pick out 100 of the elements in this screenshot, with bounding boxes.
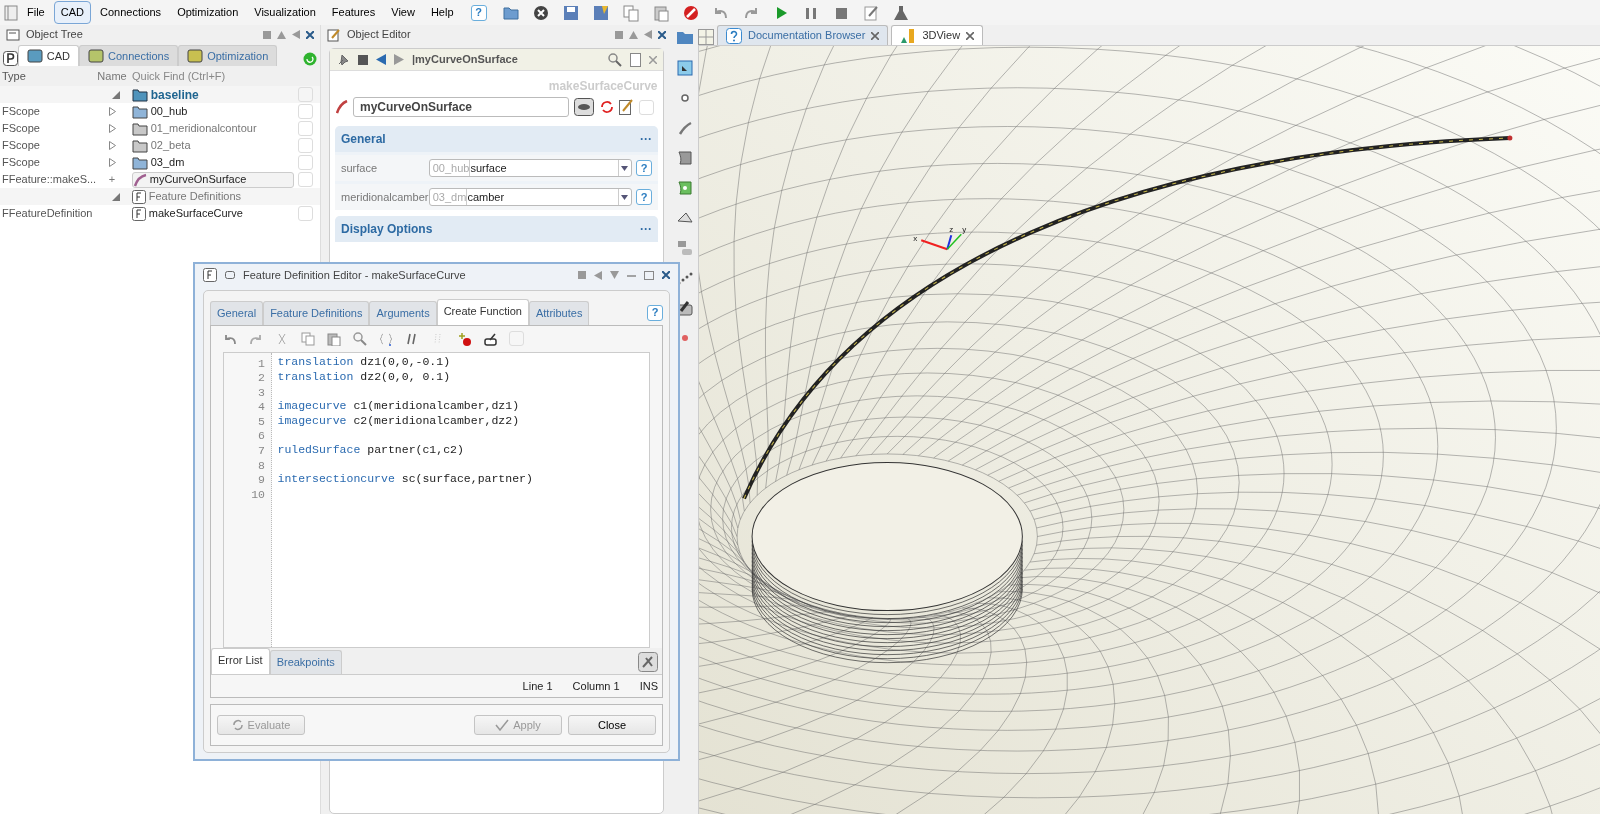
column-header[interactable]: Name [97, 67, 127, 85]
left-arrow-icon[interactable] [644, 30, 652, 39]
panel-tab[interactable]: Connections [79, 44, 179, 66]
back-arrow-icon[interactable] [376, 54, 386, 65]
copy-icon[interactable] [621, 3, 640, 22]
braces-icon[interactable] [379, 331, 393, 346]
selected-tree-row[interactable]: myCurveOnSurface [132, 171, 294, 188]
combo-box[interactable]: 00_hubsurface [429, 159, 632, 177]
refresh-icon[interactable] [303, 52, 318, 66]
menu-item[interactable]: Connections [92, 1, 169, 24]
menu-item[interactable]: View [384, 1, 422, 24]
dialog-tab[interactable]: Arguments [369, 301, 437, 325]
more-options-button[interactable]: ··· [640, 220, 652, 238]
layout-icon[interactable] [698, 29, 714, 45]
up-arrow-icon[interactable] [629, 30, 638, 39]
float-icon[interactable] [615, 30, 623, 39]
maximize-icon[interactable] [644, 270, 654, 280]
save-icon[interactable] [561, 3, 580, 22]
dialog-tab[interactable]: Attributes [528, 301, 590, 325]
expand-triangle-icon[interactable] [108, 141, 116, 150]
p-icon[interactable] [2, 51, 18, 66]
menu-item[interactable]: CAD [53, 1, 91, 24]
menu-item[interactable]: File [20, 1, 52, 24]
float-icon[interactable] [263, 30, 271, 39]
section-title[interactable]: General [341, 130, 386, 148]
expand-triangle-icon[interactable] [108, 124, 116, 133]
dialog-tab[interactable]: Create Function [436, 299, 529, 325]
bottom-tab[interactable]: Error List [211, 648, 270, 674]
tree-item-label[interactable]: baseline [150, 85, 199, 104]
quick-find-field[interactable]: Quick Find (Ctrl+F) [132, 67, 226, 85]
search-icon[interactable] [608, 52, 622, 67]
dialog-button[interactable]: Close [568, 715, 656, 735]
left-arrow-icon[interactable] [594, 270, 602, 280]
edit-icon[interactable] [861, 3, 880, 22]
left-arrow-icon[interactable] [292, 30, 300, 39]
tree-item-label[interactable]: 02_beta [150, 137, 191, 154]
tree-item-label[interactable]: makeSurfaceCurve [148, 205, 243, 222]
add-breakpoint-icon[interactable] [457, 331, 471, 346]
paste-icon[interactable] [651, 3, 670, 22]
close-icon[interactable] [306, 30, 314, 39]
surface-icon[interactable] [676, 149, 694, 167]
code-editor[interactable] [223, 351, 650, 648]
panel-tab[interactable]: CAD [17, 44, 79, 66]
help-button[interactable]: ? [647, 304, 663, 321]
folder-icon[interactable] [676, 29, 694, 47]
menu-item[interactable]: Optimization [170, 1, 246, 24]
more-options-button[interactable]: ··· [640, 130, 652, 148]
debug-icon[interactable] [638, 651, 658, 672]
paste-icon[interactable] [327, 331, 341, 346]
pin-icon[interactable] [336, 52, 350, 67]
bottom-tab[interactable]: Breakpoints [269, 650, 342, 674]
flask-icon[interactable] [891, 3, 910, 22]
column-header[interactable]: Type [2, 69, 26, 82]
close-icon[interactable] [966, 31, 975, 40]
dialog-tab[interactable]: Feature Definitions [263, 301, 370, 325]
type-label: FScope [2, 122, 40, 135]
tree-item-label[interactable]: 01_meridionalcontour [150, 120, 257, 137]
page-icon[interactable] [630, 52, 641, 67]
up-arrow-icon[interactable] [277, 30, 286, 39]
visibility-toggle-icon[interactable] [574, 98, 594, 117]
menu-item[interactable]: Features [324, 1, 383, 24]
step-icon[interactable] [483, 331, 497, 346]
section-title[interactable]: Display Options [341, 220, 433, 238]
surface-point-icon[interactable] [676, 179, 694, 197]
close-icon[interactable] [871, 31, 880, 40]
forward-arrow-icon[interactable] [394, 54, 404, 65]
view-tab[interactable]: Documentation Browser [717, 25, 889, 45]
collapse-triangle-icon[interactable] [112, 90, 120, 99]
save-all-icon[interactable] [591, 3, 610, 22]
refresh-icon[interactable] [599, 100, 614, 115]
help-button[interactable]: ? [636, 160, 652, 176]
curve-icon[interactable] [676, 119, 694, 137]
copy-icon[interactable] [301, 331, 315, 346]
tree-item-label[interactable]: 00_hub [150, 103, 188, 120]
frame-icon[interactable] [676, 59, 694, 77]
name-field[interactable]: myCurveOnSurface [353, 97, 569, 118]
close-icon[interactable] [662, 271, 670, 279]
stop-icon[interactable] [358, 54, 368, 65]
down-arrow-icon[interactable] [610, 271, 619, 279]
help-button[interactable]: ? [470, 4, 487, 21]
menu-item[interactable]: Visualization [247, 1, 323, 24]
dialog-tab[interactable]: General [210, 301, 264, 325]
close-icon[interactable] [658, 30, 666, 39]
combo-box[interactable]: 03_dmcamber [429, 188, 632, 206]
search-icon[interactable] [353, 331, 367, 346]
line-number: 3 [257, 385, 266, 401]
close-circle-icon[interactable] [531, 3, 550, 22]
help-button[interactable]: ? [636, 189, 652, 205]
expand-triangle-icon[interactable] [108, 158, 116, 167]
panel-tab[interactable]: Optimization [178, 44, 278, 66]
tree-item-label[interactable]: myCurveOnSurface [149, 171, 247, 188]
connector-icon[interactable] [676, 239, 694, 257]
view-tab[interactable]: 3DView [891, 25, 984, 45]
edit-icon[interactable] [619, 99, 633, 116]
no-entry-icon[interactable] [681, 3, 700, 22]
menu-item[interactable]: Help [423, 1, 461, 24]
comment-icon[interactable] [405, 331, 419, 346]
collapse-triangle-icon[interactable] [112, 192, 120, 201]
expand-triangle-icon[interactable] [108, 107, 116, 116]
tree-item-label[interactable]: 03_dm [150, 154, 185, 171]
